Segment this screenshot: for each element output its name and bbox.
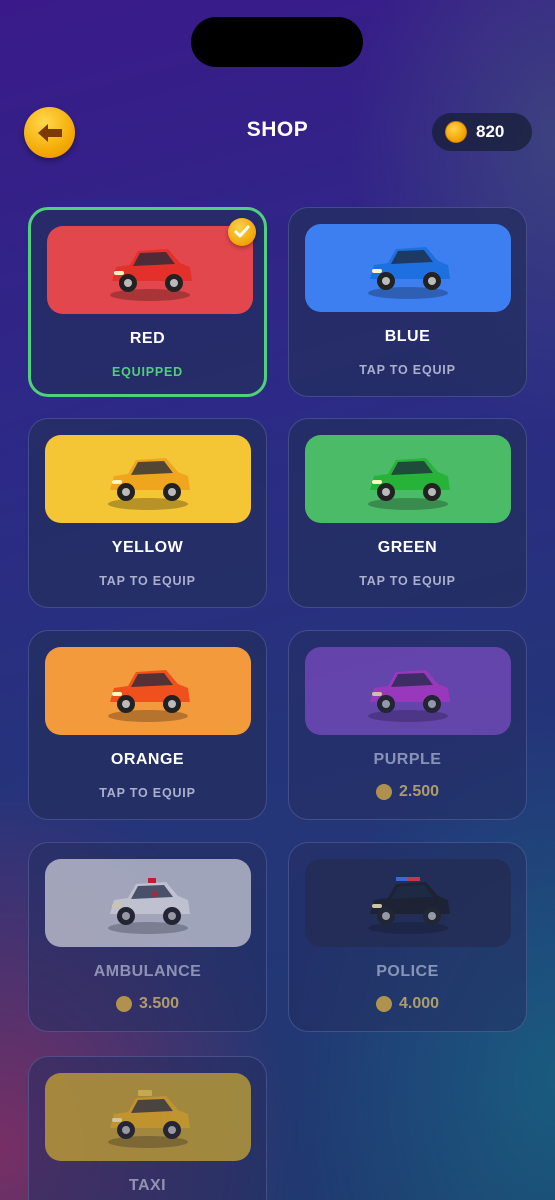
- coin-icon: [445, 121, 467, 143]
- car-icon: [368, 247, 450, 299]
- car-icon: [110, 249, 192, 301]
- car-preview: [45, 859, 251, 947]
- car-card-police[interactable]: POLICE 4.000: [288, 842, 527, 1032]
- coin-icon: [115, 996, 132, 1012]
- car-name: BLUE: [384, 328, 431, 345]
- car-name: ORANGE: [110, 751, 185, 768]
- car-card-red[interactable]: RED EQUIPPED: [28, 207, 267, 397]
- car-price-value: 4.000: [398, 995, 440, 1012]
- car-status: EQUIPPED: [112, 365, 183, 379]
- car-card-taxi[interactable]: TAXI: [28, 1056, 267, 1200]
- car-icon: [108, 878, 190, 934]
- car-preview: [45, 647, 251, 735]
- car-name: GREEN: [377, 539, 438, 556]
- car-preview: [305, 435, 511, 523]
- car-name: PURPLE: [373, 751, 442, 768]
- car-preview: [305, 647, 511, 735]
- car-icon: [108, 458, 190, 510]
- car-status: TAP TO EQUIP: [359, 363, 456, 377]
- car-icon: [368, 670, 450, 722]
- coin-balance: 820: [432, 113, 532, 151]
- car-card-purple[interactable]: PURPLE 2.500: [288, 630, 527, 820]
- car-price-value: 3.500: [138, 995, 180, 1012]
- car-preview: [45, 1073, 251, 1161]
- car-icon: [108, 1090, 190, 1148]
- car-name: POLICE: [376, 963, 439, 980]
- car-name: YELLOW: [111, 539, 184, 556]
- car-icon: [368, 877, 450, 934]
- car-status: TAP TO EQUIP: [99, 574, 196, 588]
- car-preview: [47, 226, 253, 314]
- coin-balance-value: 820: [476, 122, 505, 141]
- car-preview: [45, 435, 251, 523]
- car-card-green[interactable]: GREEN TAP TO EQUIP: [288, 418, 527, 608]
- car-price: 3.500: [29, 995, 266, 1013]
- check-icon: [228, 218, 256, 246]
- car-name: TAXI: [128, 1177, 167, 1194]
- car-icon: [368, 458, 450, 510]
- car-name: AMBULANCE: [93, 963, 202, 980]
- car-price: 2.500: [289, 783, 526, 801]
- car-name: RED: [129, 330, 166, 347]
- car-card-ambulance[interactable]: AMBULANCE 3.500: [28, 842, 267, 1032]
- car-preview: [305, 859, 511, 947]
- coin-icon: [375, 996, 392, 1012]
- car-status: TAP TO EQUIP: [359, 574, 456, 588]
- car-card-yellow[interactable]: YELLOW TAP TO EQUIP: [28, 418, 267, 608]
- device-notch: [191, 17, 363, 67]
- car-preview: [305, 224, 511, 312]
- car-card-orange[interactable]: ORANGE TAP TO EQUIP: [28, 630, 267, 820]
- car-price-value: 2.500: [398, 783, 440, 800]
- car-card-blue[interactable]: BLUE TAP TO EQUIP: [288, 207, 527, 397]
- car-price: 4.000: [289, 995, 526, 1013]
- car-status: TAP TO EQUIP: [99, 786, 196, 800]
- coin-icon: [375, 784, 392, 800]
- car-icon: [108, 670, 190, 722]
